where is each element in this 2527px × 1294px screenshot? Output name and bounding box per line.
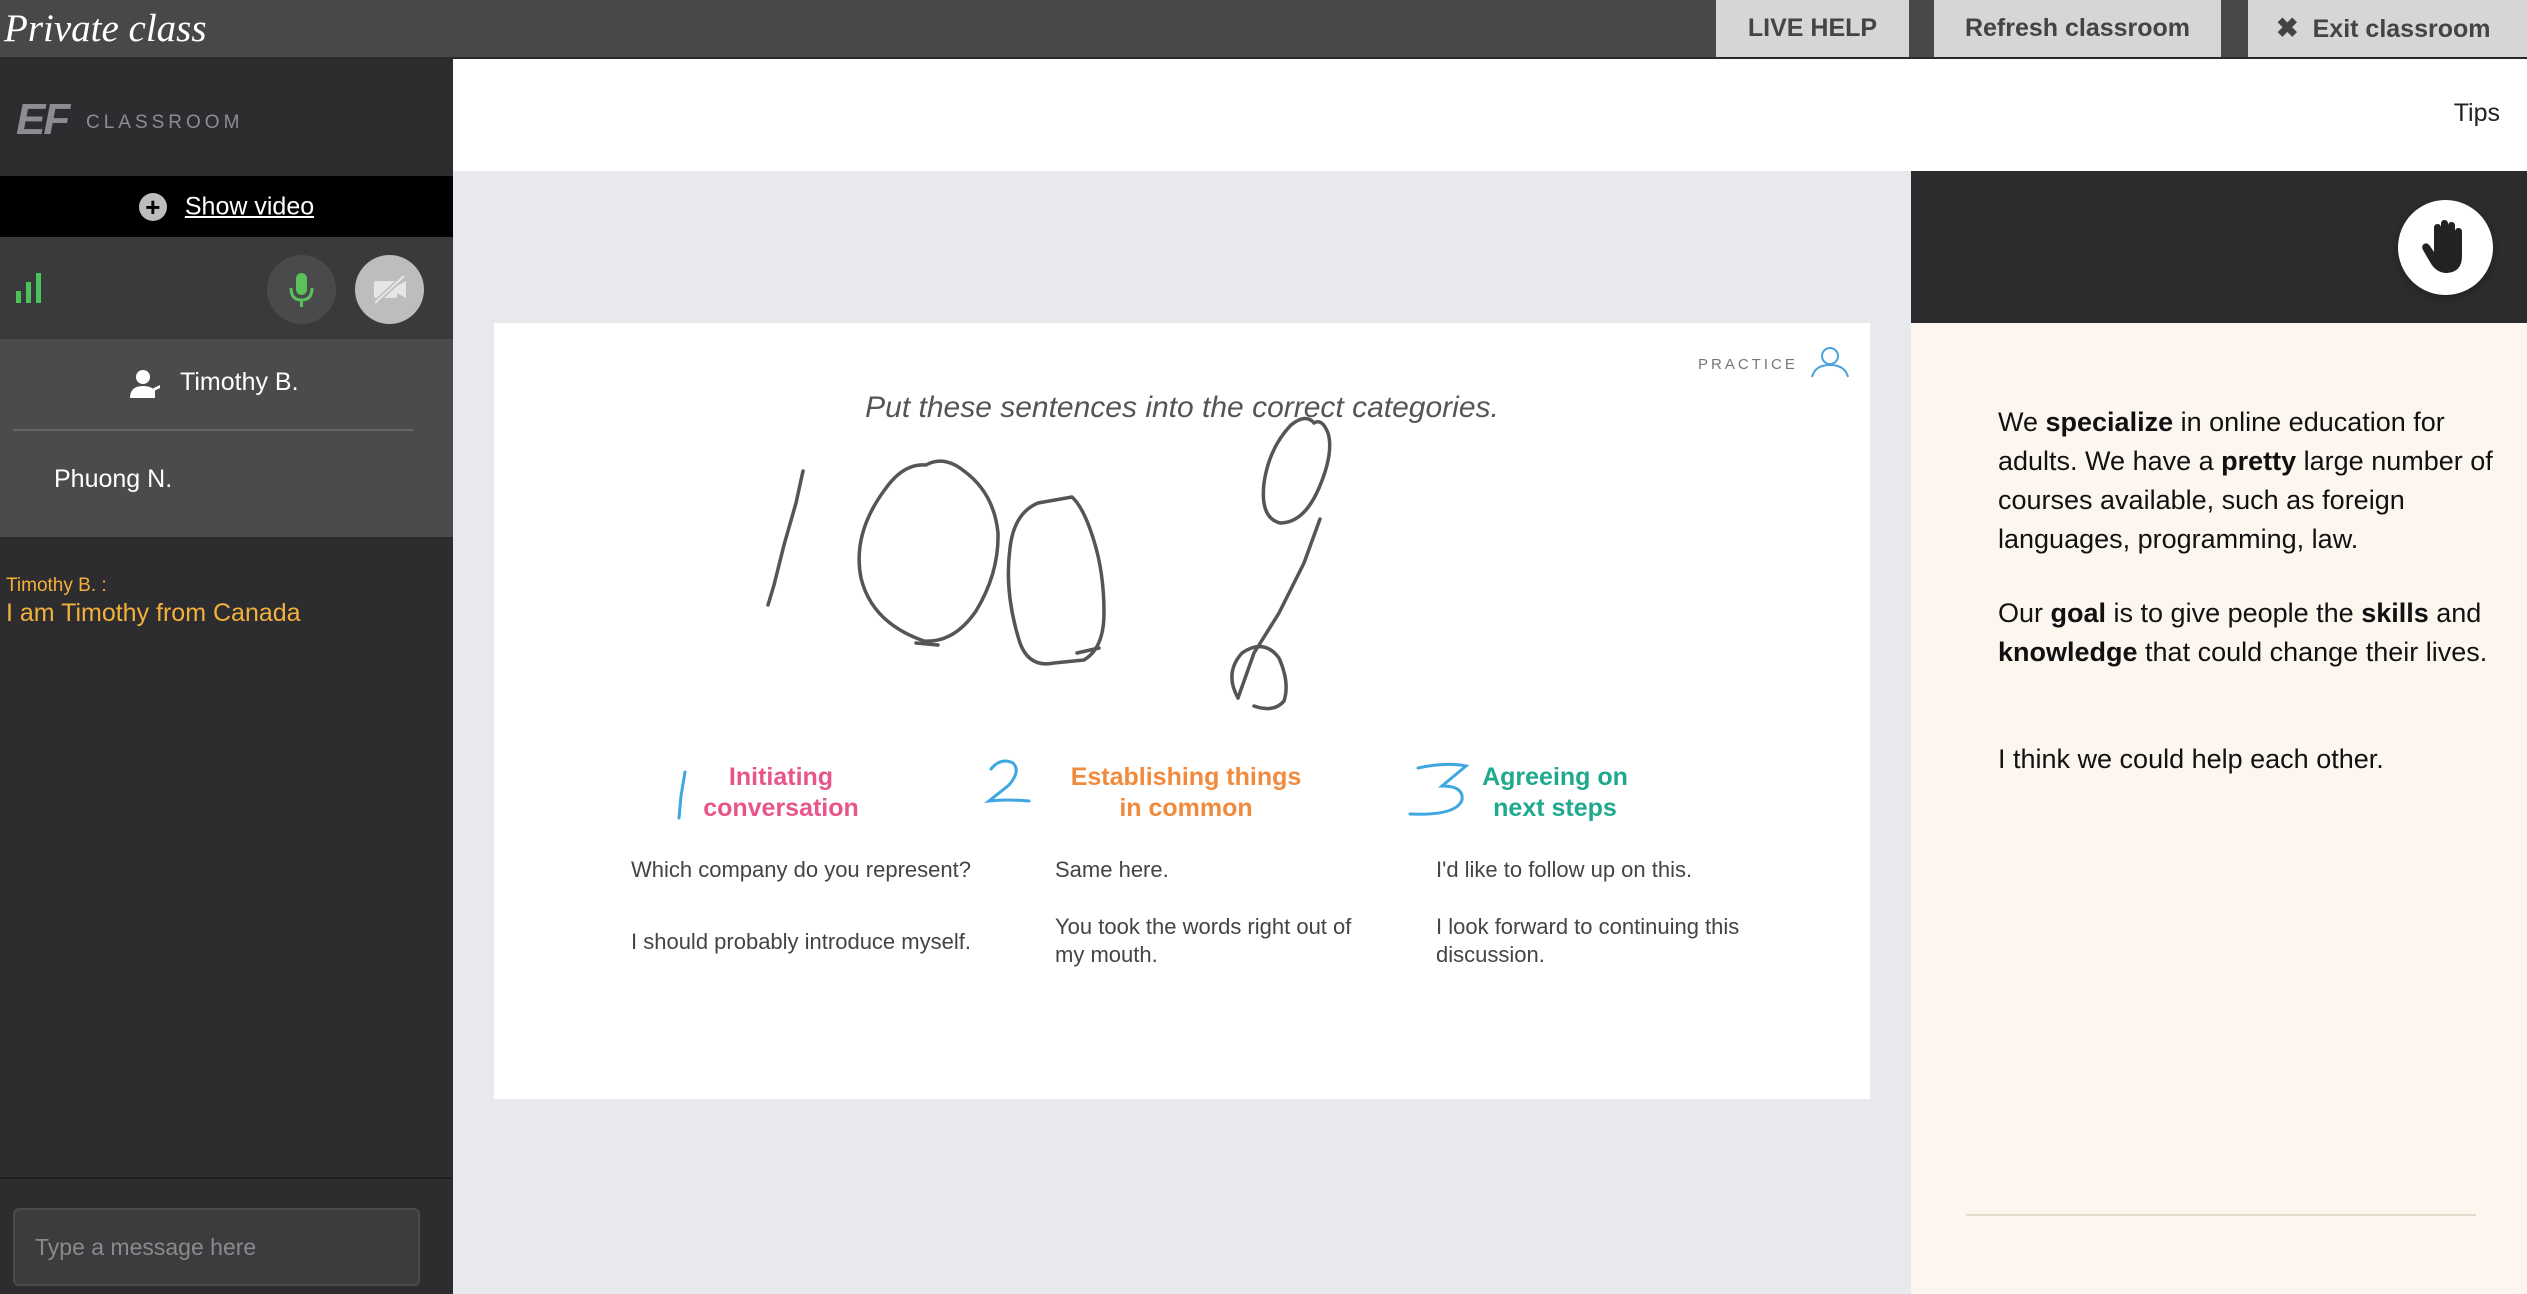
note-text: is to give people the: [2106, 598, 2362, 628]
refresh-classroom-button[interactable]: Refresh classroom: [1934, 0, 2221, 57]
window-title: Private class: [4, 7, 207, 50]
tips-link[interactable]: Tips: [2454, 99, 2500, 128]
practice-tag: PRACTICE: [1698, 356, 1798, 373]
divider: [1966, 1214, 2476, 1216]
user-icon: [1811, 347, 1849, 378]
raise-hand-button[interactable]: [2398, 200, 2493, 295]
signal-bars-icon: [16, 273, 41, 303]
category-title-line: Initiating: [728, 763, 834, 791]
ef-classroom-logo: EF CLASSROOM: [16, 95, 256, 144]
category-title-line: Establishing things: [1070, 763, 1302, 791]
whiteboard-drawing: [766, 416, 1332, 711]
chat-input[interactable]: [13, 1208, 420, 1286]
close-icon: ✖: [2276, 13, 2299, 43]
note-bold: goal: [2050, 598, 2107, 628]
divider: [0, 1177, 453, 1179]
category-title-establishing-things: Establishing things in common: [1036, 762, 1336, 824]
sentence-card[interactable]: You took the words right out of my mouth…: [1055, 913, 1385, 969]
note-text: We: [1998, 407, 2046, 437]
microphone-button[interactable]: [267, 255, 336, 324]
main-header: Tips: [453, 59, 2527, 171]
sentence-card[interactable]: I should probably introduce myself.: [631, 928, 1011, 956]
note-paragraph: We specialize in online education for ad…: [1998, 403, 2508, 559]
chat-author: Timothy B. :: [6, 575, 107, 596]
sentence-card[interactable]: Same here.: [1055, 856, 1385, 884]
logo-mark: EF: [16, 95, 70, 144]
sentence-card[interactable]: I look forward to continuing this discus…: [1436, 913, 1766, 969]
participant-list: Timothy B. Phuong N.: [0, 339, 453, 537]
category-title-line: in common: [1119, 794, 1253, 822]
exit-classroom-button[interactable]: ✖ Exit classroom: [2248, 0, 2527, 57]
media-controls: [0, 237, 453, 339]
participant-item[interactable]: Timothy B.: [0, 339, 453, 431]
slide-instruction: Put these sentences into the correct cat…: [865, 391, 1499, 424]
chat-message: Timothy B. : I am Timothy from Canada: [6, 575, 301, 628]
sentence-card[interactable]: Which company do you represent?: [631, 856, 1011, 884]
sentence-card[interactable]: I'd like to follow up on this.: [1436, 856, 1766, 884]
category-title-line: conversation: [703, 794, 859, 822]
number-two-annotation: [984, 759, 1031, 804]
camera-off-icon: [373, 274, 406, 305]
raise-hand-icon: [2422, 220, 2462, 273]
note-text: Our: [1998, 598, 2051, 628]
lesson-slide: PRACTICE Put these sentences into the co…: [494, 323, 1870, 1099]
category-title-initiating-conversation: Initiating conversation: [666, 762, 896, 824]
note-paragraph: Our goal is to give people the skills an…: [1998, 594, 2508, 672]
chat-text: I am Timothy from Canada: [6, 599, 301, 627]
note-bold: specialize: [2045, 407, 2174, 437]
top-bar: Private class LIVE HELP Refresh classroo…: [0, 0, 2527, 59]
note-bold: skills: [2361, 598, 2429, 628]
camera-button[interactable]: [355, 255, 424, 324]
category-title-line: Agreeing on: [1482, 763, 1628, 791]
logo-text: CLASSROOM: [86, 112, 244, 133]
note-bold: pretty: [2221, 446, 2297, 476]
notes-panel: We specialize in online education for ad…: [1911, 323, 2527, 1294]
note-text: that could change their lives.: [2137, 637, 2488, 667]
exit-classroom-label: Exit classroom: [2312, 15, 2491, 43]
note-text: and: [2428, 598, 2482, 628]
microphone-icon: [289, 273, 314, 307]
left-sidebar: EF CLASSROOM + Show video Timothy B. Phu…: [0, 59, 453, 1294]
category-title-agreeing-next-steps: Agreeing on next steps: [1435, 762, 1675, 824]
show-video-label: Show video: [184, 192, 315, 221]
category-title-line: next steps: [1493, 794, 1617, 822]
note-bold: knowledge: [1998, 637, 2138, 667]
live-help-button[interactable]: LIVE HELP: [1716, 0, 1909, 57]
show-video-button[interactable]: + Show video: [0, 176, 453, 237]
participant-item[interactable]: Phuong N.: [0, 431, 453, 537]
participant-name: Timothy B.: [180, 368, 299, 396]
user-icon: [130, 370, 160, 398]
plus-icon: +: [138, 192, 167, 221]
participant-name: Phuong N.: [54, 465, 173, 493]
note-paragraph: I think we could help each other.: [1998, 744, 2384, 774]
